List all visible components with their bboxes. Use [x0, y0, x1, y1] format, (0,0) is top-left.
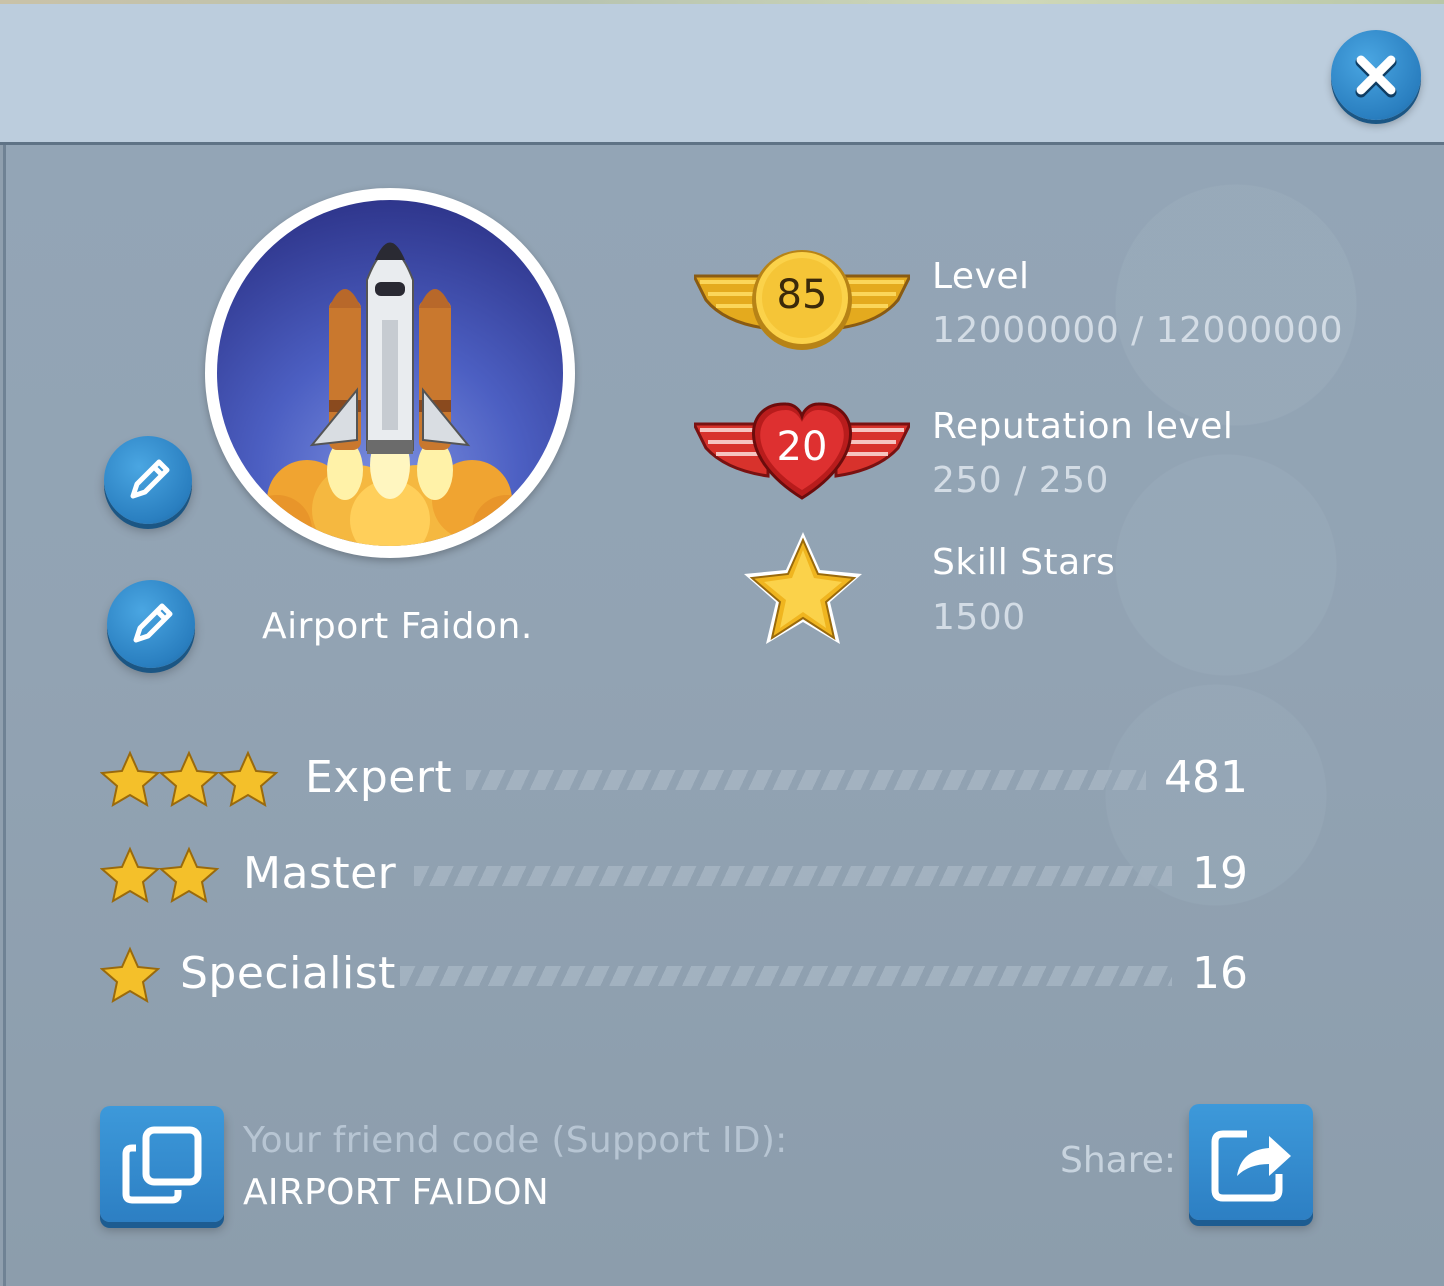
level-badge: 85 [691, 248, 913, 352]
skill-stars-label: Skill Stars [932, 542, 1116, 583]
rank-bar-specialist [400, 966, 1172, 986]
star-icon [744, 532, 862, 644]
avatar-frame [205, 188, 575, 558]
star-icon [100, 946, 160, 1004]
dialog-header [0, 4, 1444, 145]
rank-count-master: 19 [1192, 848, 1248, 899]
share-label: Share: [1060, 1140, 1177, 1181]
avatar [217, 200, 563, 546]
copy-icon [122, 1126, 202, 1204]
reputation-badge-value: 20 [776, 424, 828, 470]
skill-stars-value: 1500 [932, 597, 1026, 638]
share-icon [1211, 1130, 1291, 1202]
level-value: 12000000 / 12000000 [932, 310, 1343, 351]
space-shuttle-icon [242, 242, 542, 546]
close-icon [1355, 55, 1397, 98]
rank-row-specialist: Specialist 16 [100, 944, 1260, 1004]
two-stars-icon [100, 846, 220, 904]
skill-star-badge [738, 528, 868, 648]
rank-label-master: Master [243, 848, 397, 899]
reputation-label: Reputation level [932, 406, 1234, 447]
rank-row-expert: Expert 481 [100, 748, 1260, 808]
rank-count-specialist: 16 [1192, 948, 1248, 999]
pencil-icon [130, 459, 170, 499]
friend-code-label: Your friend code (Support ID): [243, 1120, 788, 1161]
share-button[interactable] [1189, 1104, 1313, 1220]
close-button[interactable] [1331, 30, 1421, 120]
rank-label-specialist: Specialist [180, 948, 396, 999]
edit-name-button[interactable] [107, 580, 195, 668]
pencil-icon [133, 603, 173, 643]
rank-count-expert: 481 [1164, 752, 1248, 803]
copy-friend-code-button[interactable] [100, 1106, 224, 1222]
level-label: Level [932, 256, 1030, 297]
reputation-value: 250 / 250 [932, 460, 1109, 501]
three-stars-icon [100, 750, 279, 808]
player-name: Airport Faidon. [262, 606, 533, 647]
friend-code-value: AIRPORT FAIDON [243, 1172, 549, 1213]
rank-bar-expert [466, 770, 1146, 790]
reputation-badge: 20 [691, 398, 913, 502]
level-badge-value: 85 [776, 272, 828, 318]
rank-bar-master [414, 866, 1172, 886]
rank-row-master: Master 19 [100, 844, 1260, 904]
edit-avatar-button[interactable] [104, 436, 192, 524]
rank-label-expert: Expert [305, 752, 453, 803]
